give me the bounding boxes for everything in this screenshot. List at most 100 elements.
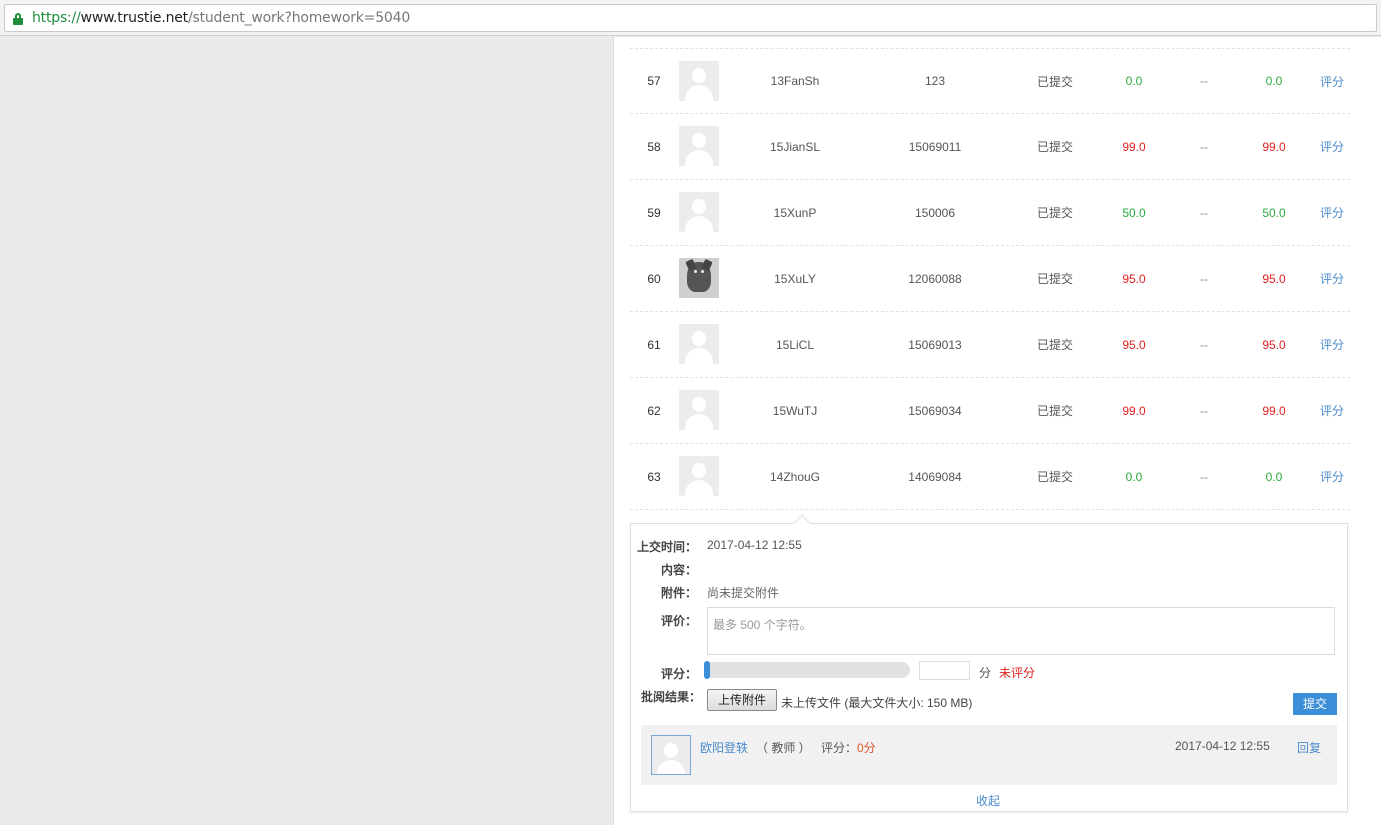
table-row: 60 15XuLY 12060088 已提交 95.0 -- 95.0 评分: [630, 246, 1350, 312]
collapse-link[interactable]: 收起: [976, 792, 1000, 809]
score-input[interactable]: [919, 661, 970, 680]
student-name: 15XuLY: [774, 271, 816, 286]
score-1: 99.0: [1122, 139, 1146, 154]
score-1: 0.0: [1125, 74, 1143, 88]
teacher-reply: 欧阳登轶 （ 教师 ） 评分： 0分 2017-04-12 12:55 回复: [641, 725, 1337, 785]
student-id: 15069011: [908, 139, 962, 154]
score-slider-handle[interactable]: [704, 661, 710, 679]
final-score: 99.0: [1262, 403, 1286, 418]
grade-link[interactable]: 评分: [1310, 336, 1354, 353]
attachment-label: 附件：: [660, 586, 697, 600]
table-row: 63 14ZhouG 14069084 已提交 0.0 -- 0.0 评分: [630, 444, 1350, 510]
avatar-cell: [679, 456, 719, 496]
table-row: 58 15JianSL 15069011 已提交 99.0 -- 99.0 评分: [630, 114, 1350, 180]
student-id: 15069034: [908, 403, 962, 418]
url-text[interactable]: https://www.trustie.net/student_work?hom…: [32, 10, 410, 26]
submit-status: 已提交: [1036, 140, 1073, 154]
score-1: 0.0: [1125, 469, 1143, 484]
reply-time: 2017-04-12 12:55: [1175, 739, 1270, 753]
url-host: www.trustie.net: [80, 10, 189, 26]
score-1: 99.0: [1122, 403, 1146, 418]
student-id: 150006: [914, 205, 956, 220]
final-score: 50.0: [1262, 205, 1286, 220]
submit-time-label: 上交时间：: [636, 540, 697, 554]
final-score: 0.0: [1265, 469, 1283, 484]
table-row: 59 15XunP 150006 已提交 50.0 -- 50.0 评分: [630, 180, 1350, 246]
student-name: 15JianSL: [769, 139, 821, 154]
student-name: 14ZhouG: [769, 469, 821, 484]
score-status: 未评分: [999, 666, 1036, 680]
student-avatar[interactable]: [679, 390, 719, 430]
submit-status: 已提交: [1036, 272, 1073, 286]
content-label: 内容：: [660, 563, 697, 577]
submit-status: 已提交: [1036, 338, 1073, 352]
avatar-cell: [679, 192, 719, 232]
grade-link[interactable]: 评分: [1310, 468, 1354, 485]
comment-textarea[interactable]: 最多 500 个字符。: [707, 607, 1335, 655]
submit-button[interactable]: 提交: [1293, 693, 1337, 715]
row-number: 59: [647, 205, 661, 220]
grade-link[interactable]: 评分: [1310, 204, 1354, 221]
upload-attachment-button[interactable]: 上传附件: [707, 689, 777, 711]
url-field[interactable]: https://www.trustie.net/student_work?hom…: [4, 4, 1377, 32]
submit-status: 已提交: [1036, 404, 1073, 418]
reply-score-label: 评分：: [821, 741, 858, 755]
score-2: --: [1200, 337, 1208, 352]
score-label: 评分：: [660, 667, 697, 681]
row-number: 57: [647, 74, 661, 88]
grade-link[interactable]: 评分: [1310, 138, 1354, 155]
avatar-cell: [679, 258, 719, 298]
score-1: 50.0: [1122, 205, 1146, 220]
url-path: /student_work?homework=5040: [187, 10, 411, 26]
grade-link[interactable]: 评分: [1310, 270, 1354, 287]
final-score: 95.0: [1262, 271, 1286, 286]
teacher-avatar[interactable]: [651, 735, 691, 775]
student-work-panel: 57 13FanSh 123 已提交 0.0 -- 0.0 评分 58 15JianSL 15069…: [613, 37, 1381, 825]
score-1: 95.0: [1122, 271, 1146, 286]
student-work-table: 57 13FanSh 123 已提交 0.0 -- 0.0 评分 58 15JianSL 15069…: [630, 48, 1350, 510]
lock-icon: [13, 12, 23, 25]
table-row: 61 15LiCL 15069013 已提交 95.0 -- 95.0 评分: [630, 312, 1350, 378]
student-id: 15069013: [908, 337, 962, 352]
score-1: 95.0: [1122, 337, 1146, 352]
row-number: 58: [647, 139, 661, 154]
student-name: 15LiCL: [775, 337, 815, 352]
avatar-cell: [679, 324, 719, 364]
row-number: 63: [647, 469, 661, 484]
avatar-cell: [679, 390, 719, 430]
avatar-cell: [679, 126, 719, 166]
reply-link[interactable]: 回复: [1297, 739, 1321, 756]
student-avatar[interactable]: [679, 192, 719, 232]
row-number: 61: [647, 337, 661, 352]
student-name: 15XunP: [773, 205, 817, 220]
teacher-name-link[interactable]: 欧阳登轶: [700, 739, 748, 756]
student-avatar[interactable]: [679, 324, 719, 364]
score-2: --: [1200, 205, 1208, 220]
student-avatar[interactable]: [679, 126, 719, 166]
student-name: 13FanSh: [770, 74, 820, 88]
student-avatar[interactable]: [679, 258, 719, 298]
review-result-label: 批阅结果：: [640, 690, 701, 704]
student-avatar[interactable]: [679, 61, 719, 101]
student-name: 15WuTJ: [772, 403, 818, 418]
table-row: 62 15WuTJ 15069034 已提交 99.0 -- 99.0 评分: [630, 378, 1350, 444]
submit-status: 已提交: [1036, 74, 1073, 89]
score-slider[interactable]: [704, 661, 910, 679]
grade-link[interactable]: 评分: [1310, 402, 1354, 419]
student-avatar[interactable]: [679, 456, 719, 496]
final-score: 99.0: [1262, 139, 1286, 154]
teacher-role: （ 教师 ）: [756, 741, 811, 755]
grade-link[interactable]: 评分: [1310, 73, 1354, 90]
student-id: 123: [924, 74, 946, 88]
submit-status: 已提交: [1036, 470, 1073, 484]
reply-score-value: 0分: [857, 741, 876, 755]
score-unit: 分: [979, 666, 992, 680]
browser-address-bar: https://www.trustie.net/student_work?hom…: [0, 0, 1381, 36]
score-2: --: [1200, 74, 1208, 88]
final-score: 0.0: [1265, 74, 1283, 88]
score-2: --: [1200, 403, 1208, 418]
url-scheme: https://: [32, 10, 81, 26]
comment-label: 评价：: [660, 614, 697, 628]
row-number: 62: [647, 403, 661, 418]
score-2: --: [1200, 139, 1208, 154]
